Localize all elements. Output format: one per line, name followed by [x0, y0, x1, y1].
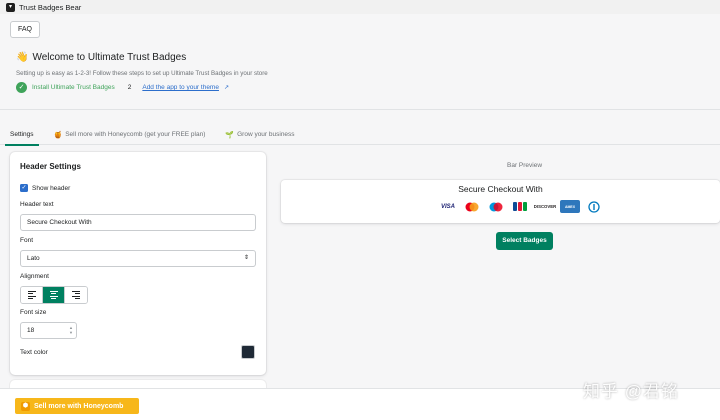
align-left-button[interactable] — [21, 287, 43, 303]
wave-emoji-icon: 👋 — [16, 52, 29, 63]
external-link-icon[interactable]: ↗ — [224, 84, 229, 91]
jcb-icon — [510, 200, 530, 213]
header-settings-card: Header Settings ✓ Show header Header tex… — [10, 152, 266, 375]
font-select[interactable]: Lato ⇕ — [20, 250, 256, 267]
faq-button[interactable]: FAQ — [10, 21, 40, 38]
font-select-value: Lato — [27, 255, 40, 262]
bar-preview-label: Bar Preview — [507, 162, 543, 169]
header-text-label: Header text — [20, 201, 54, 208]
honeycomb-button-label: Sell more with Honeycomb — [34, 402, 124, 410]
align-center-icon — [49, 290, 58, 300]
diners-club-icon — [584, 200, 604, 213]
select-badges-button[interactable]: Select Badges — [496, 232, 553, 250]
select-arrows-icon: ⇕ — [243, 255, 249, 261]
app-name: Trust Badges Bear — [19, 2, 82, 12]
mastercard-icon — [462, 200, 482, 213]
tab-grow-business[interactable]: 🌱 Grow your business — [215, 125, 304, 145]
text-color-swatch[interactable] — [241, 345, 255, 359]
align-left-icon — [27, 290, 36, 300]
card-title: Header Settings — [20, 162, 81, 171]
font-size-label: Font size — [20, 309, 47, 316]
seedling-icon: 🌱 — [225, 131, 235, 139]
tab-bar: Settings 🍯 Sell more with Honeycomb (get… — [0, 125, 720, 146]
welcome-title-text: Welcome to Ultimate Trust Badges — [32, 52, 187, 63]
header-text-input[interactable]: Secure Checkout With — [20, 214, 256, 231]
app-top-bar: ▾ Trust Badges Bear — [0, 0, 720, 14]
checkbox-checked-icon[interactable]: ✓ — [20, 184, 28, 192]
text-color-label: Text color — [20, 349, 48, 356]
bear-logo-icon: ▾ — [6, 2, 15, 12]
show-header-label: Show header — [32, 184, 71, 192]
welcome-section: 👋 Welcome to Ultimate Trust Badges Setti… — [0, 46, 720, 110]
discover-icon: DISCOVER — [533, 204, 557, 209]
amex-icon: AMEX — [560, 200, 580, 213]
show-header-checkbox[interactable]: ✓ Show header — [20, 184, 70, 192]
align-center-button[interactable] — [43, 287, 65, 303]
honeycomb-icon: ⬢ — [21, 401, 30, 411]
setup-steps: ✓ Install Ultimate Trust Badges 2 Add th… — [16, 82, 229, 93]
stepper-arrows-icon[interactable]: ▲ ▼ — [69, 325, 73, 335]
tab-honeycomb-label: Sell more with Honeycomb (get your FREE … — [65, 131, 206, 138]
preview-heading: Secure Checkout With — [458, 184, 543, 194]
alignment-label: Alignment — [20, 273, 49, 280]
checkmark-icon: ✓ — [16, 82, 27, 93]
font-size-value: 18 — [27, 327, 35, 334]
honey-pot-icon: 🍯 — [53, 131, 63, 139]
payment-badges: VISA DISCOVER AMEX — [438, 200, 604, 213]
step-two-number: 2 — [127, 84, 132, 91]
honeycomb-button[interactable]: ⬢ Sell more with Honeycomb — [15, 398, 139, 414]
tab-honeycomb[interactable]: 🍯 Sell more with Honeycomb (get your FRE… — [44, 125, 216, 145]
bar-preview: Secure Checkout With VISA DISCOVER AMEX — [281, 180, 720, 223]
watermark: 知乎 @君铭 — [583, 382, 679, 401]
tab-grow-business-label: Grow your business — [237, 131, 295, 138]
welcome-title: 👋 Welcome to Ultimate Trust Badges — [16, 52, 186, 63]
visa-icon: VISA — [440, 203, 455, 210]
tab-settings[interactable]: Settings — [0, 125, 44, 146]
align-right-icon — [72, 290, 80, 300]
alignment-button-group — [20, 286, 88, 304]
tab-settings-label: Settings — [10, 131, 34, 138]
step-install-label: Install Ultimate Trust Badges — [32, 84, 115, 91]
add-app-to-theme-link[interactable]: Add the app to your theme — [142, 84, 219, 91]
welcome-subtitle: Setting up is easy as 1-2-3! Follow thes… — [16, 70, 268, 77]
font-size-stepper[interactable]: 18 ▲ ▼ — [20, 322, 77, 339]
maestro-icon — [486, 200, 506, 213]
align-right-button[interactable] — [65, 287, 87, 303]
font-label: Font — [20, 237, 34, 244]
